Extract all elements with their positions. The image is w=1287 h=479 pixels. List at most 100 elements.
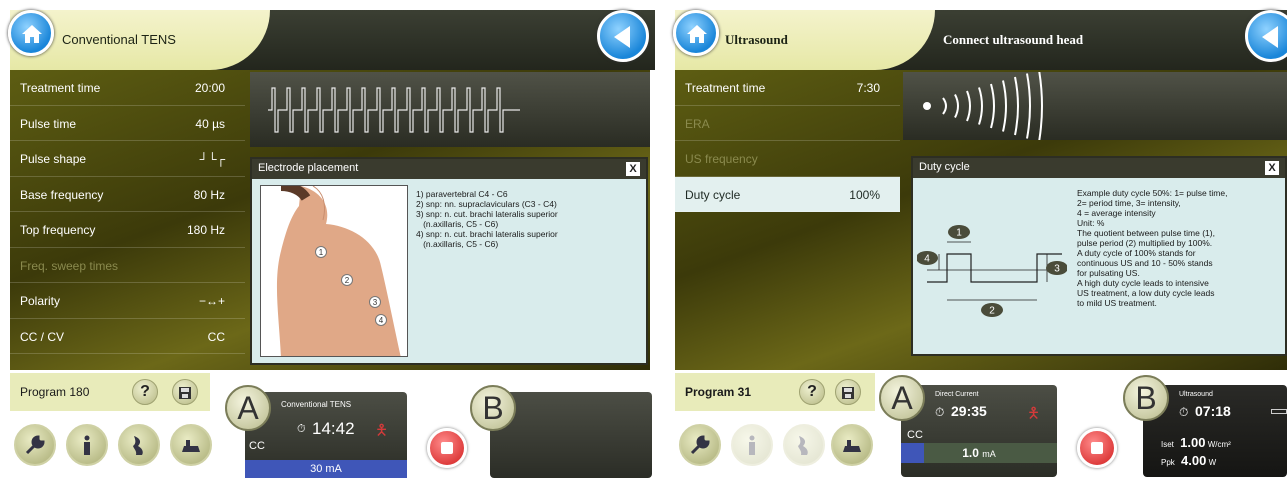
instruction-line: A duty cycle of 100% stands for <box>1077 248 1196 258</box>
settings-wrench-button[interactable] <box>679 424 721 466</box>
back-arrow-icon <box>1262 26 1278 48</box>
timer-icon: ⏱ <box>297 423 306 435</box>
home-button[interactable] <box>8 10 54 56</box>
param-value: 40 µs <box>195 116 225 131</box>
duty-cycle-dialog: Duty cycle X 1 2 3 4 Example duty cycle 50%… <box>911 156 1287 356</box>
param-row[interactable]: US frequency <box>675 141 900 177</box>
ultrasound-wave-icon <box>923 69 1043 143</box>
intensity-track: 30 mA <box>245 460 407 478</box>
page-title: Ultrasound <box>725 32 788 47</box>
param-row[interactable]: Treatment time 7:30 <box>675 70 900 106</box>
channel-b-badge: B <box>1123 375 1169 421</box>
channel-a-badge: A <box>879 375 925 421</box>
anatomy-button[interactable] <box>118 424 160 466</box>
param-row[interactable]: ERA <box>675 106 900 141</box>
home-button[interactable] <box>673 10 719 56</box>
diagram-marker: 2 <box>981 303 1003 317</box>
electrode-icon <box>843 440 861 452</box>
header-bar: Ultrasound Connect ultrasound head <box>675 10 1287 70</box>
stop-icon <box>1091 442 1103 454</box>
electrode-button[interactable] <box>831 424 873 466</box>
param-value: CC <box>207 329 225 344</box>
param-label: Polarity <box>20 294 61 308</box>
waveform-display <box>250 72 650 147</box>
instruction-line: A high duty cycle leads to intensive <box>1077 278 1209 288</box>
param-row[interactable]: Polarity −↔+ <box>10 283 245 319</box>
program-label: Program 180 <box>20 385 90 399</box>
param-row[interactable]: Pulse shape ┘└┌ <box>10 141 245 177</box>
parameter-list: Treatment time 7:30 ERA US frequency Duty cy… <box>675 70 900 212</box>
param-row[interactable]: Treatment time 20:00 <box>10 70 245 106</box>
intensity-track: 1.0 mA <box>901 443 1057 463</box>
instruction-line: The quotient between pulse time (1), <box>1077 228 1215 238</box>
info-icon <box>749 435 755 455</box>
anatomy-button[interactable] <box>783 424 825 466</box>
info-icon <box>84 435 90 455</box>
param-value: 180 Hz <box>186 223 225 237</box>
electrode-marker: 2 <box>341 274 353 286</box>
param-label: US frequency <box>685 152 758 166</box>
instruction-line: US treatment, a low duty cycle leads <box>1077 288 1215 298</box>
param-row[interactable]: Duty cycle 100% <box>675 176 900 212</box>
save-button[interactable] <box>835 379 861 405</box>
param-value: 20:00 <box>194 81 225 95</box>
help-button[interactable]: ? <box>799 379 825 405</box>
program-bar: Program 31 ? <box>675 373 875 411</box>
program-bar: Program 180 ? <box>10 373 210 411</box>
instruction-line: (n.axillaris, C5 - C6) <box>416 239 499 249</box>
svg-text:4: 4 <box>924 254 930 265</box>
ppk-value: 4.00 <box>1181 453 1207 468</box>
body-part-icon <box>133 436 143 455</box>
duty-cycle-explanation: Example duty cycle 50%: 1= pulse time, 2=… <box>1077 188 1227 308</box>
patient-icon: 🯅 <box>375 422 389 439</box>
info-button[interactable] <box>731 424 773 466</box>
duty-cycle-diagram: 1 2 3 4 <box>917 225 1067 317</box>
channel-a-intensity: 1.0 mA <box>901 446 1057 460</box>
close-button[interactable]: X <box>1265 161 1279 175</box>
ppk-row: Ppk 4.00 W <box>1161 453 1216 468</box>
diagram-marker: 3 <box>1046 261 1067 275</box>
param-row[interactable]: Pulse time 40 µs <box>10 106 245 141</box>
channel-a-type: CC <box>907 429 923 441</box>
param-row[interactable]: Base frequency 80 Hz <box>10 177 245 212</box>
electrode-icon <box>182 440 200 452</box>
instruction-line: 4) snp: n. cut. brachi lateralis superio… <box>416 229 558 239</box>
info-button[interactable] <box>66 424 108 466</box>
ultrasound-head-icon <box>1271 409 1287 414</box>
electrode-button[interactable] <box>170 424 212 466</box>
dialog-title: Electrode placement <box>258 162 359 174</box>
page-title: Conventional TENS <box>62 32 176 47</box>
param-row[interactable]: Top frequency 180 Hz <box>10 212 245 248</box>
close-button[interactable]: X <box>626 162 640 176</box>
param-row[interactable]: Freq. sweep times <box>10 248 245 283</box>
instruction-line: Unit: % <box>1077 218 1105 228</box>
save-button[interactable] <box>172 379 198 405</box>
channel-a-badge: A <box>225 385 271 431</box>
body-part-icon <box>798 436 808 455</box>
channel-a-mode: Direct Current <box>935 391 979 398</box>
iset-label: Iset <box>1161 440 1174 449</box>
status-message: Connect ultrasound head <box>943 32 1084 47</box>
instruction-line: Example duty cycle 50%: 1= pulse time, <box>1077 188 1228 198</box>
svg-text:1: 1 <box>956 228 962 239</box>
instruction-line: pulse period (2) multiplied by 100%. <box>1077 238 1213 248</box>
param-label: ERA <box>685 116 710 131</box>
diagram-marker: 1 <box>948 225 970 239</box>
param-label: Pulse time <box>20 116 77 131</box>
home-icon <box>22 25 42 43</box>
stop-button[interactable] <box>427 428 467 468</box>
settings-wrench-button[interactable] <box>14 424 56 466</box>
instruction-line: continuous US and 10 - 50% stands <box>1077 258 1213 268</box>
instruction-line: 1) paravertebral C4 - C6 <box>416 189 508 199</box>
instruction-line: 2= period time, 3= intensity, <box>1077 198 1181 208</box>
help-button[interactable]: ? <box>132 379 158 405</box>
patient-icon: 🯅 <box>1027 405 1041 422</box>
stop-button[interactable] <box>1077 428 1117 468</box>
electrode-body-image: 1 2 3 4 <box>260 185 408 357</box>
channel-a-mode: Conventional TENS <box>281 400 352 409</box>
param-label: Treatment time <box>685 81 766 95</box>
param-value: 80 Hz <box>193 187 225 202</box>
back-button[interactable] <box>597 10 649 62</box>
channel-b-mode: Ultrasound <box>1179 391 1213 398</box>
param-row[interactable]: CC / CV CC <box>10 319 245 354</box>
